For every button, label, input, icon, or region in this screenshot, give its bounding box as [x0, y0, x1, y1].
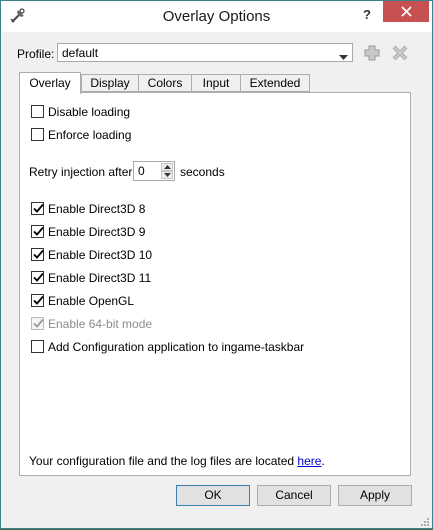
checkmark-icon [33, 249, 44, 259]
plus-icon [364, 45, 380, 61]
cancel-button[interactable]: Cancel [257, 485, 331, 506]
config-location-note: Your configuration file and the log file… [29, 454, 325, 468]
resize-grip-icon[interactable] [420, 516, 430, 526]
retry-injection-value: 0 [138, 164, 145, 178]
enforce-loading-checkbox[interactable] [31, 128, 44, 141]
profile-value: default [62, 46, 99, 60]
d3d8-label: Enable Direct3D 8 [48, 202, 146, 216]
d3d9-checkbox[interactable] [31, 225, 44, 238]
taskbar-label: Add Configuration application to ingame-… [48, 340, 305, 354]
tab-colors[interactable]: Colors [138, 74, 192, 92]
opengl-checkbox[interactable] [31, 294, 44, 307]
checkmark-icon [33, 272, 44, 282]
retry-injection-label: Retry injection after [29, 165, 133, 179]
add-profile-button[interactable] [363, 44, 381, 62]
d3d9-label: Enable Direct3D 9 [48, 225, 146, 239]
overlay-options-window: Overlay Options ? Profile: default Overl… [0, 0, 433, 529]
x64-label: Enable 64-bit mode [48, 317, 153, 331]
ok-button[interactable]: OK [176, 485, 250, 506]
checkmark-icon [33, 318, 44, 328]
help-button[interactable]: ? [355, 5, 379, 25]
d3d11-checkbox[interactable] [31, 271, 44, 284]
d3d8-checkbox[interactable] [31, 202, 44, 215]
enforce-loading-label: Enforce loading [48, 128, 132, 142]
tab-overlay[interactable]: Overlay [19, 72, 81, 94]
d3d11-label: Enable Direct3D 11 [48, 271, 152, 285]
delete-icon [392, 45, 408, 61]
spin-up-button[interactable] [161, 163, 173, 171]
disable-loading-checkbox[interactable] [31, 105, 44, 118]
retry-injection-spinbox[interactable]: 0 [133, 161, 175, 181]
apply-button[interactable]: Apply [338, 485, 412, 506]
chevron-up-icon [164, 165, 171, 169]
config-note-suffix: . [321, 454, 325, 468]
tab-display[interactable]: Display [81, 74, 139, 92]
title-bar: Overlay Options ? [1, 1, 432, 32]
x64-checkbox [31, 317, 44, 330]
close-icon [400, 6, 412, 20]
profile-select[interactable]: default [57, 43, 353, 62]
tab-extended[interactable]: Extended [240, 74, 310, 92]
disable-loading-label: Disable loading [48, 105, 131, 119]
checkmark-icon [33, 203, 44, 213]
spin-down-button[interactable] [161, 171, 173, 179]
d3d10-checkbox[interactable] [31, 248, 44, 261]
checkmark-icon [33, 226, 44, 236]
delete-profile-button[interactable] [391, 44, 409, 62]
seconds-label: seconds [180, 165, 225, 179]
tab-input[interactable]: Input [191, 74, 241, 92]
checkmark-icon [33, 295, 44, 305]
config-note-text: Your configuration file and the log file… [29, 454, 298, 468]
opengl-label: Enable OpenGL [48, 294, 135, 308]
taskbar-checkbox[interactable] [31, 340, 44, 353]
d3d10-label: Enable Direct3D 10 [48, 248, 153, 262]
chevron-down-icon [164, 173, 171, 177]
profile-label: Profile: [17, 47, 55, 61]
overlay-tab-panel: Disable loading Enforce loading Retry in… [19, 92, 411, 476]
config-location-link[interactable]: here [297, 454, 321, 468]
close-button[interactable] [383, 1, 429, 22]
chevron-down-icon [339, 50, 348, 64]
